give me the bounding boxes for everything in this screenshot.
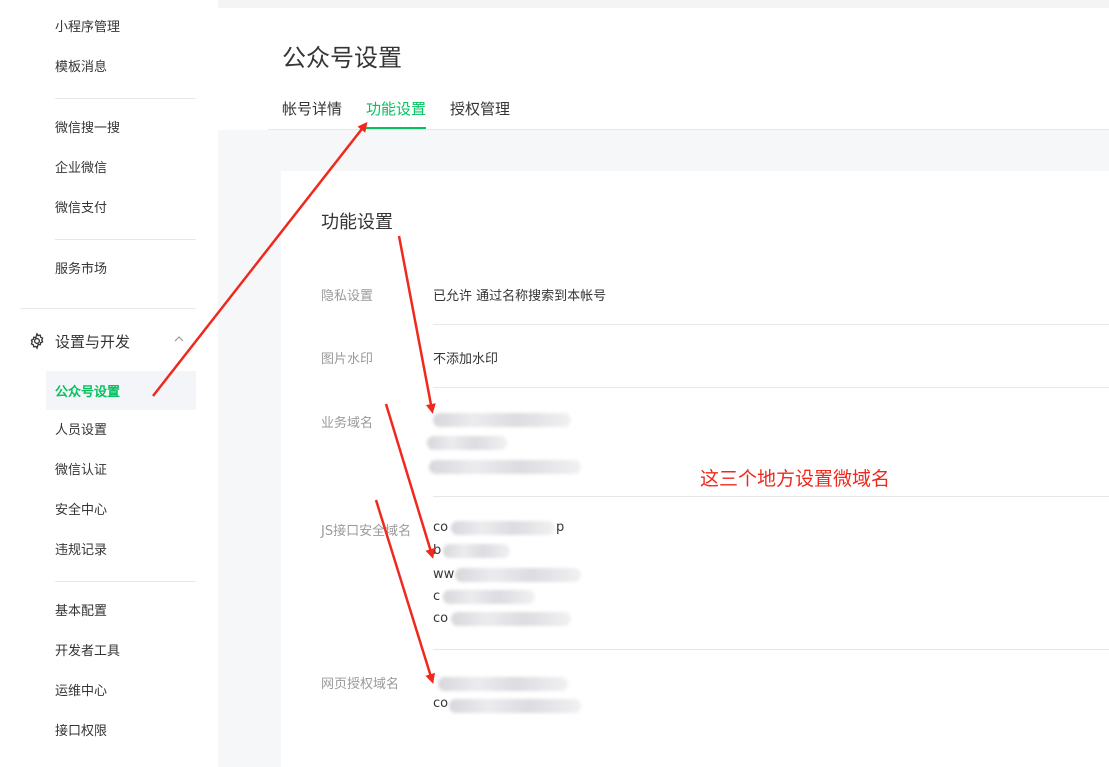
sidebar-item-violations[interactable]: 违规记录 [55,541,107,561]
header-divider [268,129,1109,130]
page-title: 公众号设置 [282,44,402,72]
sidebar-divider [55,581,196,582]
sidebar-item-verification[interactable]: 微信认证 [55,461,107,481]
row-divider [433,387,1109,388]
annotation-text: 这三个地方设置微域名 [700,468,891,490]
sidebar-divider [20,308,196,309]
sidebar-divider [55,239,196,240]
domain-fragment: co [433,611,449,626]
blurred-domain [438,677,568,691]
sidebar-item-security[interactable]: 安全中心 [55,501,107,521]
row-value-privacy: 已允许 通过名称搜索到本帐号 [433,289,607,304]
domain-fragment: c [433,589,441,604]
sidebar-item-personnel[interactable]: 人员设置 [55,421,107,441]
sidebar-item-wechat-search[interactable]: 微信搜一搜 [55,119,120,139]
blurred-domain [455,568,581,582]
sidebar-section-settings-dev[interactable]: 设置与开发 [28,330,184,352]
blurred-domain [451,612,571,626]
row-value-watermark: 不添加水印 [433,352,499,367]
row-label-business-domain: 业务域名 [321,416,374,431]
sidebar-item-account-settings[interactable]: 公众号设置 [46,371,196,410]
sidebar-item-work-wechat[interactable]: 企业微信 [55,159,107,179]
sidebar-item-wechat-pay[interactable]: 微信支付 [55,199,107,219]
domain-fragment: p [556,520,565,535]
domain-fragment: ww [433,567,455,582]
settings-card [281,171,1109,767]
tab-authorization[interactable]: 授权管理 [450,98,510,129]
sidebar-item-label: 公众号设置 [55,385,121,400]
sidebar-item-miniprogram[interactable]: 小程序管理 [55,18,120,38]
row-divider [433,649,1109,650]
blurred-domain [443,590,535,604]
tab-bar: 帐号详情 功能设置 授权管理 [282,98,534,129]
sidebar-item-api-permissions[interactable]: 接口权限 [55,722,107,742]
row-label-watermark: 图片水印 [321,352,374,367]
top-strip [218,0,1109,8]
sidebar-divider [55,98,196,99]
row-divider [433,496,1109,497]
blurred-domain [427,436,507,450]
sidebar: 小程序管理 模板消息 微信搜一搜 企业微信 微信支付 服务市场 设置与开发 公众… [0,0,218,767]
card-title: 功能设置 [321,212,393,233]
row-label-oauth-domain: 网页授权域名 [321,677,400,692]
blurred-domain [443,544,510,558]
sidebar-item-dev-tools[interactable]: 开发者工具 [55,642,120,662]
blurred-domain [449,699,581,713]
domain-fragment: b [433,543,442,558]
sidebar-item-template-message[interactable]: 模板消息 [55,58,107,78]
tab-feature-settings[interactable]: 功能设置 [366,98,427,129]
chevron-up-icon[interactable] [174,334,184,344]
domain-fragment: co [433,520,449,535]
row-divider [433,324,1109,325]
gear-icon [30,332,44,350]
row-label-privacy: 隐私设置 [321,289,374,304]
blurred-domain [451,521,555,535]
sidebar-section-label: 设置与开发 [55,332,131,351]
row-label-js-domain: JS接口安全域名 [321,524,412,539]
sidebar-item-service-market[interactable]: 服务市场 [55,260,107,280]
sidebar-item-ops-center[interactable]: 运维中心 [55,682,107,702]
sidebar-item-basic-config[interactable]: 基本配置 [55,602,107,622]
blurred-domain [429,460,581,474]
blurred-domain [433,413,571,427]
tab-account-details[interactable]: 帐号详情 [282,98,342,129]
domain-fragment: co [433,696,449,711]
